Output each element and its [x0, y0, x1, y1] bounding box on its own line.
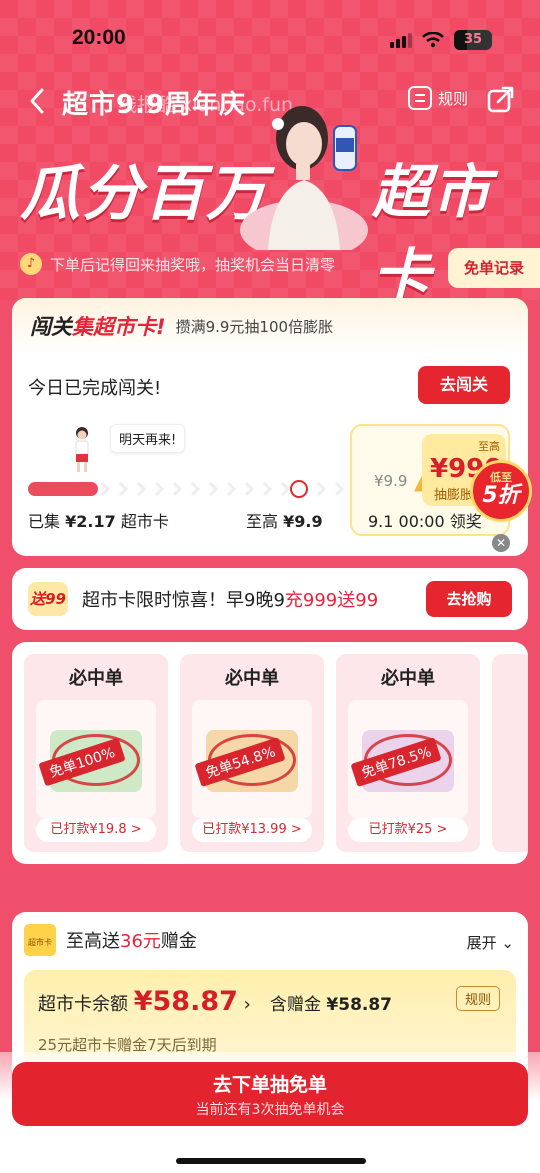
prize-hi-sub: 抽膨胀	[434, 488, 474, 503]
rules-button[interactable]: 规则	[408, 86, 468, 110]
promo-text: 超市卡限时惊喜！早9晚9充999送99	[82, 586, 378, 612]
free-order-item[interactable]: 必中单免单54.8% 已打款¥13.99 >	[180, 654, 324, 852]
gift-value: ¥58.87	[326, 995, 393, 1015]
home-indicator	[176, 1158, 366, 1164]
collected-label: 已集 ¥2.17 超市卡	[28, 508, 169, 532]
signal-icon	[390, 32, 412, 48]
bonus-header: 超市卡 至高送36元赠金	[24, 924, 516, 956]
prize-hi-label: 至高	[478, 440, 500, 453]
go-challenge-button[interactable]: 去闯关	[418, 366, 510, 404]
challenge-card: 闯关集超市卡! 攒满9.9元抽100倍膨胀 今日已完成闯关! 去闯关 明天再来!…	[12, 298, 528, 556]
free-order-title: 必中单	[225, 668, 279, 689]
tip-row: ♪ 下单后记得回来抽奖哦，抽奖机会当日清零	[20, 253, 335, 275]
free-order-title: 必中单	[69, 668, 123, 689]
product-image: 免单54.8%	[192, 700, 312, 818]
chevron-down-icon: ⌄	[501, 934, 514, 952]
cta-main: 去下单抽免单	[212, 1074, 327, 1096]
prize-base-value: ¥9.9	[374, 472, 408, 490]
hero-title-left: 瓜分百万	[20, 159, 268, 229]
free-order-title: 必中单	[381, 668, 435, 689]
expand-label: 展开	[466, 934, 497, 952]
free-order-item[interactable]: 必中单免单100% 已打款¥19.8 >	[24, 654, 168, 852]
bonus-title-prefix: 至高送	[66, 931, 120, 952]
bonus-title-suffix: 赠金	[160, 931, 197, 952]
gift-row: 含赠金 ¥58.87	[270, 990, 392, 1015]
battery-level: 35	[463, 32, 483, 47]
max-label: 至高 ¥9.9	[246, 508, 323, 532]
status-time: 20:00	[72, 26, 126, 49]
paid-amount-link[interactable]: 已打款¥19.8 >	[36, 818, 156, 842]
tip-text: 下单后记得回来抽奖哦，抽奖机会当日清零	[50, 255, 336, 274]
close-icon[interactable]: ✕	[492, 534, 510, 552]
bonus-title: 至高送36元赠金	[66, 927, 197, 953]
status-bar: 20:00 35	[0, 24, 540, 58]
model-illustration	[240, 106, 368, 250]
paid-amount-link[interactable]: 已打款¥13.99 >	[192, 818, 312, 842]
rules-label: 规则	[438, 89, 469, 108]
challenge-subtitle: 攒满9.9元抽100倍膨胀	[175, 317, 334, 336]
bonus-title-highlight: 36元	[120, 931, 161, 952]
free-order-item-partial[interactable]	[492, 654, 528, 852]
bell-icon: ♪	[20, 253, 42, 275]
grab-button[interactable]: 去抢购	[426, 581, 512, 617]
gift-label: 含赠金	[270, 995, 321, 1015]
paid-amount-link[interactable]: 已打款¥25 >	[348, 818, 468, 842]
supermarket-card-icon: 超市卡	[24, 924, 56, 956]
cta-sub: 当前还有3次抽免单机会	[195, 1102, 345, 1118]
chevron-right-icon: ›	[243, 994, 251, 1015]
collected-prefix: 已集	[28, 512, 61, 531]
balance-label: 超市卡余额	[38, 994, 128, 1015]
rules-icon	[408, 86, 432, 110]
balance-row[interactable]: 超市卡余额 ¥58.87 ›	[38, 986, 251, 1017]
back-icon[interactable]	[24, 86, 54, 116]
order-lottery-button[interactable]: 去下单抽免单 当前还有3次抽免单机会	[12, 1062, 528, 1126]
progress-goal-marker	[290, 480, 308, 498]
challenge-status: 今日已完成闯关!	[28, 378, 162, 399]
promo-card: 送99 超市卡限时惊喜！早9晚9充999送99 去抢购	[12, 568, 528, 630]
expand-button[interactable]: 展开 ⌄	[467, 932, 514, 953]
collected-value: ¥2.17	[65, 512, 116, 531]
prize-date: 9.1 00:00 领奖	[368, 512, 482, 531]
progress-fill	[28, 482, 99, 496]
product-image: 免单100%	[36, 700, 156, 818]
share-icon[interactable]	[486, 84, 516, 114]
balance-value: ¥58.87	[133, 986, 238, 1017]
wifi-icon	[422, 32, 444, 48]
challenge-header: 闯关集超市卡! 攒满9.9元抽100倍膨胀	[12, 298, 528, 354]
free-order-record-button[interactable]: 免单记录	[448, 248, 540, 288]
free-order-item[interactable]: 必中单免单78.5% 已打款¥25 >	[336, 654, 480, 852]
promo-text-prefix: 超市卡限时惊喜！早9晚9	[82, 590, 285, 611]
challenge-title-prefix: 闯关	[30, 315, 72, 339]
speech-bubble: 明天再来!	[110, 424, 186, 453]
progress-chevrons	[95, 481, 348, 497]
discount-bottom: 5折	[482, 483, 520, 508]
free-orders-list: 必中单 免单100% 已打款¥19.8 > 必中单 免单54.8% 已打款¥13.99 >…	[24, 654, 528, 852]
balance-rules-button[interactable]: 规则	[455, 986, 500, 1011]
free-orders-card: 必中单 免单100% 已打款¥19.8 > 必中单 免单54.8% 已打款¥13.99 >…	[12, 642, 528, 864]
battery-icon: 35	[454, 30, 492, 50]
max-value: ¥9.9	[283, 512, 323, 531]
discount-badge: 低至 5折	[470, 460, 532, 522]
send99-badge-icon: 送99	[28, 582, 68, 616]
status-icons: 35	[390, 30, 492, 50]
challenge-title: 闯关集超市卡!	[30, 311, 166, 341]
max-prefix: 至高	[246, 512, 279, 531]
kid-avatar-icon	[75, 427, 89, 472]
product-image: 免单78.5%	[348, 700, 468, 818]
promo-text-highlight: 充999送99	[284, 590, 379, 611]
collected-unit: 超市卡	[120, 512, 169, 531]
challenge-title-highlight: 集超市卡!	[72, 315, 166, 339]
